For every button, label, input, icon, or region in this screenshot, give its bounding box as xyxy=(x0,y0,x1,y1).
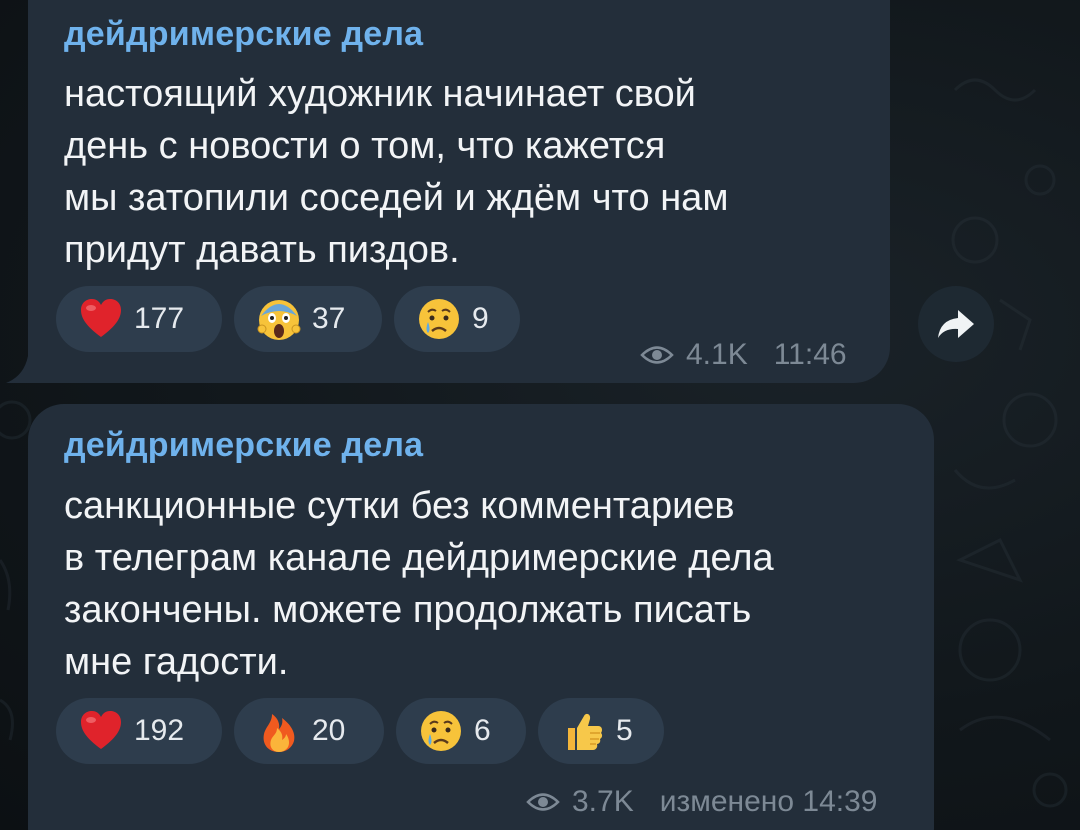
message-line: в телеграм канале дейдримерские дела xyxy=(64,537,774,579)
share-arrow-icon xyxy=(938,310,974,338)
scream-face-icon xyxy=(257,300,301,340)
reaction-count: 5 xyxy=(616,714,633,747)
view-count: 3.7K xyxy=(572,785,634,818)
reaction-crying[interactable]: 9 xyxy=(394,286,520,352)
message-line: настоящий художник начинает свой xyxy=(64,73,696,115)
message-line: санкционные сутки без комментариев xyxy=(64,485,735,527)
heart-icon xyxy=(81,299,121,337)
message-bubble[interactable]: дейдримерские дела настоящий художник на… xyxy=(28,0,890,383)
message-line: закончены. можете продолжать писать xyxy=(64,589,752,631)
reaction-count: 6 xyxy=(474,714,491,747)
message-meta: 4.1K 11:46 xyxy=(640,338,847,372)
reaction-crying[interactable]: 6 xyxy=(396,698,526,764)
message-line: мне гадости. xyxy=(64,641,289,683)
message-text: настоящий художник начинает свой день с … xyxy=(64,68,728,276)
channel-name[interactable]: дейдримерские дела xyxy=(64,15,423,54)
fire-icon xyxy=(263,714,295,752)
message-time: изменено 14:39 xyxy=(659,785,878,818)
message-line: мы затопили соседей и ждём что нам xyxy=(64,177,729,219)
reaction-heart[interactable]: 192 xyxy=(56,698,222,764)
reaction-count: 177 xyxy=(134,302,185,335)
reaction-count: 9 xyxy=(472,302,489,335)
thumbs-up-icon xyxy=(568,713,603,750)
message-meta: 3.7K изменено 14:39 xyxy=(526,785,877,819)
crying-face-icon xyxy=(421,711,461,751)
reaction-count: 37 xyxy=(312,302,346,335)
message-text: санкционные сутки без комментариев в тел… xyxy=(64,480,774,688)
message-line: придут давать пиздов. xyxy=(64,229,460,271)
reaction-heart[interactable]: 177 xyxy=(56,286,222,352)
reaction-count: 20 xyxy=(312,714,346,747)
bubble-tail xyxy=(6,356,36,383)
reaction-thumbs-up[interactable]: 5 xyxy=(538,698,664,764)
reaction-scream[interactable]: 37 xyxy=(234,286,382,352)
reaction-fire[interactable]: 20 xyxy=(234,698,384,764)
eye-icon xyxy=(640,346,674,364)
heart-icon xyxy=(81,711,121,749)
share-button[interactable] xyxy=(918,286,994,362)
crying-face-icon xyxy=(419,299,459,339)
view-count: 4.1K xyxy=(686,338,748,371)
message-bubble[interactable]: дейдримерские дела санкционные сутки без… xyxy=(28,404,934,830)
message-line: день с новости о том, что кажется xyxy=(64,125,666,167)
eye-icon xyxy=(526,793,560,811)
chat-background: дейдримерские дела настоящий художник на… xyxy=(0,0,1080,830)
reaction-count: 192 xyxy=(134,714,185,747)
channel-name[interactable]: дейдримерские дела xyxy=(64,426,423,465)
message-time: 11:46 xyxy=(773,338,847,371)
